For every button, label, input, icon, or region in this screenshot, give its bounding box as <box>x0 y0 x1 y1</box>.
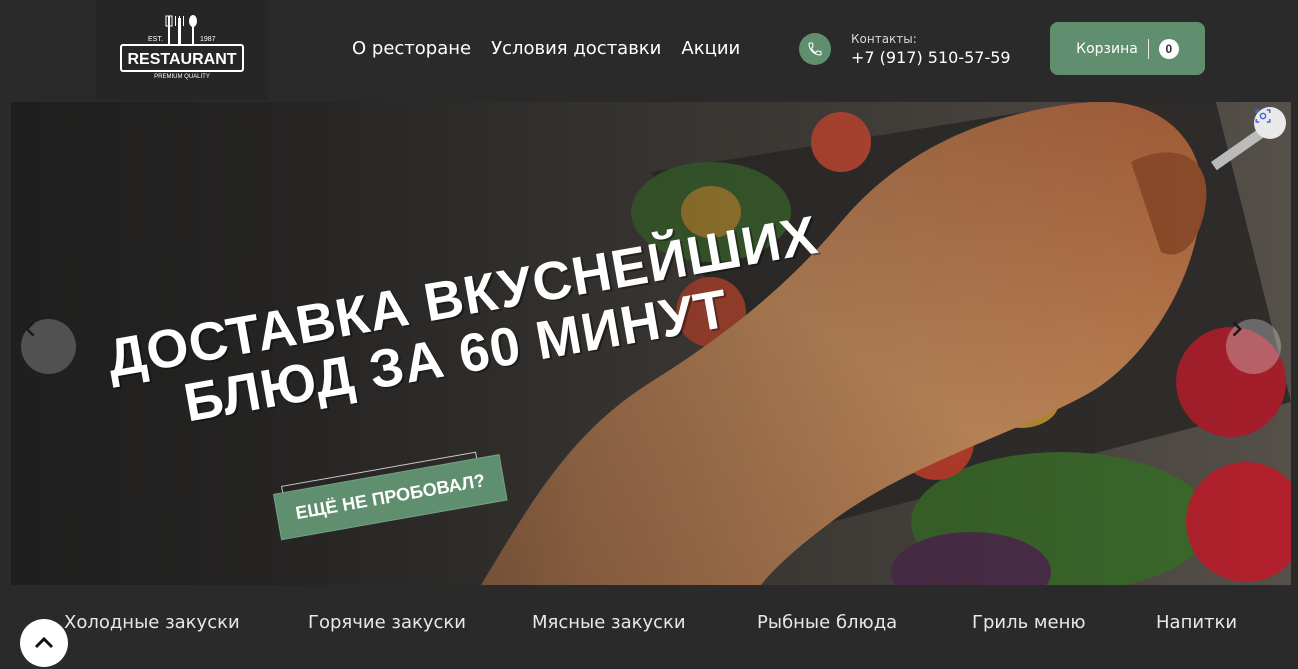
slider-prev-button[interactable] <box>21 319 76 374</box>
scroll-to-top-button[interactable] <box>20 619 68 667</box>
logo-est: EST. <box>148 36 163 43</box>
category-hot-appetizers[interactable]: Горячие закуски <box>308 612 466 633</box>
category-fish-dishes[interactable]: Рыбные блюда <box>757 612 897 633</box>
main-nav: О ресторане Условия доставки Акции <box>352 38 740 59</box>
site-header: EST. 1987 RESTAURANT PREMIUM QUALITY О р… <box>0 0 1298 100</box>
contacts-label: Контакты: <box>851 32 917 46</box>
cart-count-badge: 0 <box>1158 38 1179 59</box>
cart-label: Корзина <box>1076 40 1138 57</box>
chevron-left-icon <box>25 321 35 337</box>
restaurant-logo[interactable]: EST. 1987 RESTAURANT PREMIUM QUALITY <box>120 12 244 82</box>
cart-divider <box>1147 38 1149 59</box>
chevron-up-icon <box>34 636 54 649</box>
nav-promotions[interactable]: Акции <box>681 38 740 59</box>
visual-search-icon <box>1255 109 1271 123</box>
category-grill-menu[interactable]: Гриль меню <box>972 612 1086 633</box>
nav-about[interactable]: О ресторане <box>352 38 471 59</box>
phone-number[interactable]: +7 (917) 510-57-59 <box>851 48 1011 67</box>
logo-name: RESTAURANT <box>127 51 236 68</box>
category-cold-appetizers[interactable]: Холодные закуски <box>64 612 240 633</box>
logo-year: 1987 <box>200 36 216 43</box>
cart-button[interactable]: Корзина 0 <box>1050 22 1205 75</box>
contacts-block: Контакты: +7 (917) 510-57-59 <box>851 32 1011 67</box>
category-meat-appetizers[interactable]: Мясные закуски <box>532 612 686 633</box>
category-drinks[interactable]: Напитки <box>1156 612 1237 633</box>
phone-icon[interactable] <box>799 33 831 65</box>
chevron-right-icon <box>1232 321 1242 337</box>
visual-search-button[interactable] <box>1254 107 1286 139</box>
category-menu: Холодные закуски Горячие закуски Мясные … <box>0 612 1298 642</box>
slider-next-button[interactable] <box>1226 319 1281 374</box>
logo-tagline: PREMIUM QUALITY <box>154 74 210 80</box>
hero-slider[interactable]: ДОСТАВКА ВКУСНЕЙШИХ БЛЮД ЗА 60 МИНУТ ЕЩЁ… <box>11 102 1291 585</box>
nav-delivery[interactable]: Условия доставки <box>491 38 661 59</box>
